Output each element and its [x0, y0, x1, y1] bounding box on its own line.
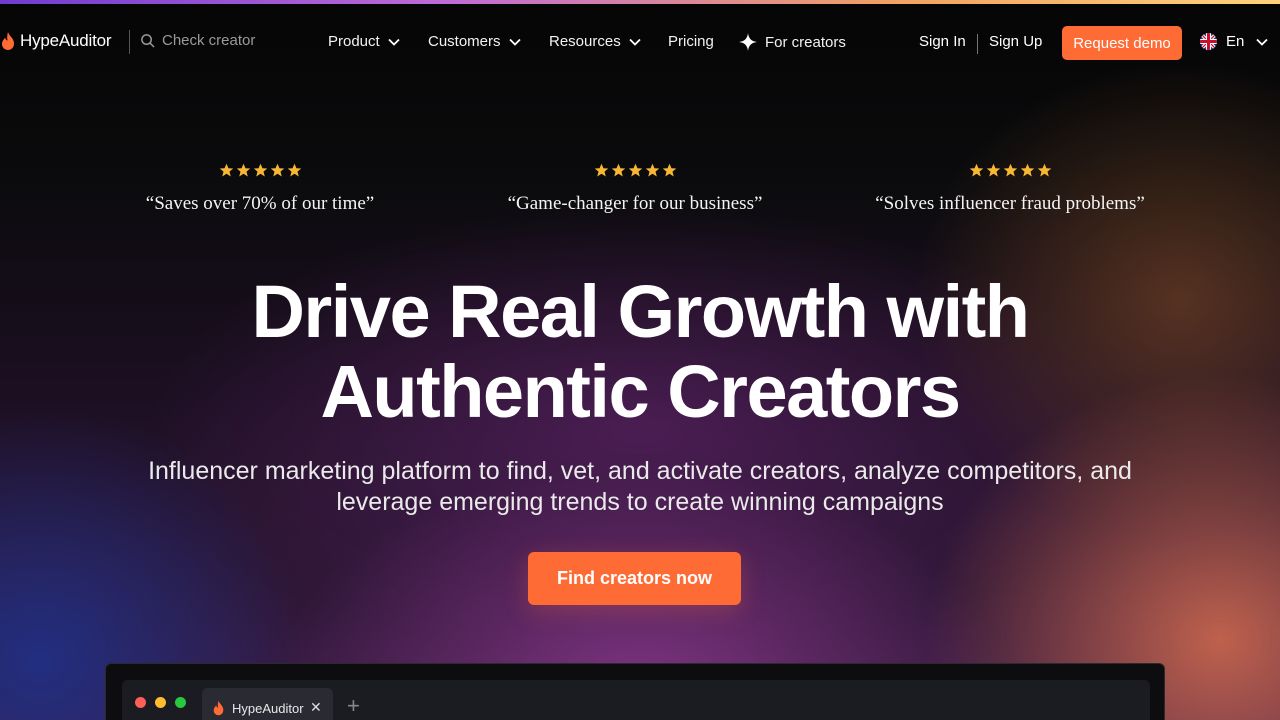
minimize-dot	[155, 697, 166, 708]
star-rating	[130, 163, 390, 181]
maximize-dot	[175, 697, 186, 708]
search-icon	[141, 34, 155, 48]
nav-for-creators[interactable]: For creators	[739, 33, 846, 51]
language-label: En	[1226, 33, 1245, 50]
find-creators-button[interactable]: Find creators now	[528, 552, 741, 605]
nav-resources[interactable]: Resources	[549, 33, 641, 50]
search-input[interactable]: Check creator	[140, 32, 255, 49]
flame-icon	[2, 32, 14, 50]
chevron-down-icon	[508, 38, 521, 46]
close-icon: ✕	[310, 699, 322, 715]
nav-for-creators-label: For creators	[765, 33, 846, 51]
star-rating	[850, 163, 1170, 181]
hero-title: Drive Real Growth with Authentic Creator…	[0, 272, 1280, 432]
request-demo-button[interactable]: Request demo	[1062, 26, 1182, 60]
star-icon	[1020, 163, 1034, 177]
plus-icon: +	[347, 693, 360, 718]
sparkle-icon	[739, 33, 757, 51]
nav-pricing-label: Pricing	[668, 33, 714, 50]
sign-up-link[interactable]: Sign Up	[989, 33, 1042, 50]
star-icon	[236, 163, 250, 177]
chevron-down-icon	[629, 38, 641, 46]
star-icon	[969, 163, 983, 177]
nav-product[interactable]: Product	[328, 33, 400, 50]
star-icon	[611, 163, 625, 177]
star-icon	[253, 163, 267, 177]
star-icon	[662, 163, 676, 177]
nav-customers[interactable]: Customers	[428, 33, 521, 50]
nav-pricing[interactable]: Pricing	[668, 33, 714, 50]
star-icon	[628, 163, 642, 177]
chevron-down-icon	[388, 38, 400, 46]
logo-divider	[129, 30, 130, 54]
review-quote: “Solves influencer fraud problems”	[875, 193, 1145, 214]
uk-flag-icon	[1200, 33, 1217, 50]
hero-title-line: Authentic Creators	[320, 350, 961, 433]
star-icon	[1037, 163, 1051, 177]
nav-resources-label: Resources	[549, 33, 621, 50]
brand-logo[interactable]: HypeAuditor	[0, 31, 112, 51]
review-quote: “Game-changer for our business”	[507, 193, 763, 214]
review-card: “Saves over 70% of our time”	[130, 163, 390, 215]
star-icon	[1003, 163, 1017, 177]
review-quote: “Saves over 70% of our time”	[145, 193, 375, 214]
star-icon	[270, 163, 284, 177]
hero-subtitle-line: leverage emerging trends to create winni…	[336, 488, 944, 516]
chevron-down-icon	[1256, 38, 1268, 46]
browser-tab: HypeAuditor ✕	[202, 688, 333, 720]
hero-subtitle: Influencer marketing platform to find, v…	[0, 456, 1280, 518]
product-preview-browser: HypeAuditor ✕ +	[105, 663, 1165, 720]
review-card: “Game-changer for our business”	[485, 163, 785, 215]
star-icon	[594, 163, 608, 177]
hero-title-line: Drive Real Growth with	[251, 270, 1030, 353]
star-icon	[645, 163, 659, 177]
nav-product-label: Product	[328, 33, 380, 50]
brand-name: HypeAuditor	[20, 31, 112, 50]
review-card: “Solves influencer fraud problems”	[850, 163, 1170, 215]
star-rating	[485, 163, 785, 181]
star-icon	[287, 163, 301, 177]
top-navigation: HypeAuditor Check creator Product Custom…	[0, 4, 1280, 82]
close-dot	[135, 697, 146, 708]
auth-divider	[977, 34, 978, 54]
sign-in-link[interactable]: Sign In	[919, 33, 966, 50]
nav-customers-label: Customers	[428, 33, 501, 50]
star-icon	[219, 163, 233, 177]
flame-icon	[213, 700, 224, 716]
hero-subtitle-line: Influencer marketing platform to find, v…	[148, 457, 1132, 485]
star-icon	[986, 163, 1000, 177]
search-placeholder: Check creator	[162, 32, 256, 49]
language-selector[interactable]: En	[1200, 33, 1268, 50]
browser-tab-label: HypeAuditor	[232, 700, 304, 716]
